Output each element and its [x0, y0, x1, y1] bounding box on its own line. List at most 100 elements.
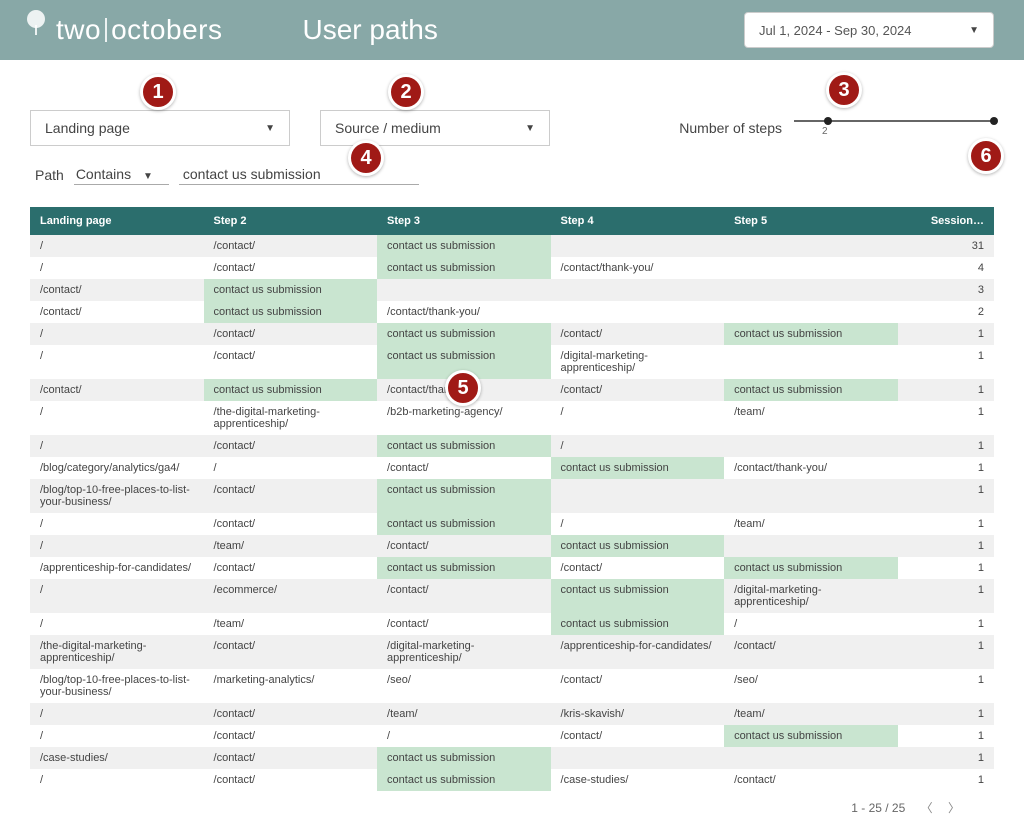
path-cell: /: [30, 725, 204, 747]
sessions-cell: 1: [898, 747, 994, 769]
path-cell: /: [30, 513, 204, 535]
path-cell: /contact/: [204, 513, 378, 535]
path-cell: /contact/: [204, 323, 378, 345]
path-cell: /contact/: [204, 725, 378, 747]
column-header[interactable]: Step 5: [724, 207, 898, 235]
table-row: //team//contact/contact us submission/1: [30, 613, 994, 635]
column-header[interactable]: Step 2: [204, 207, 378, 235]
path-cell: /marketing-analytics/: [204, 669, 378, 703]
path-cell: /team/: [204, 535, 378, 557]
header-bar: two octobers User paths Jul 1, 2024 - Se…: [0, 0, 1024, 60]
pager-text: 1 - 25 / 25: [851, 801, 905, 815]
path-cell: /case-studies/: [30, 747, 204, 769]
path-cell: /contact/: [377, 535, 551, 557]
pager-prev-icon[interactable]: 〈: [921, 799, 933, 816]
path-cell: [551, 301, 725, 323]
column-header[interactable]: Session…: [898, 207, 994, 235]
path-cell: /: [30, 579, 204, 613]
path-cell: contact us submission: [724, 379, 898, 401]
table-row: /apprenticeship-for-candidates//contact/…: [30, 557, 994, 579]
path-cell: contact us submission: [377, 235, 551, 257]
path-cell: /contact/: [204, 747, 378, 769]
table-row: //the-digital-marketing-apprenticeship//…: [30, 401, 994, 435]
sessions-cell: 1: [898, 635, 994, 669]
path-cell: [551, 279, 725, 301]
path-cell: /team/: [204, 613, 378, 635]
logo-word-2: octobers: [111, 14, 222, 46]
annotation-badge-1: 1: [140, 74, 176, 110]
table-row: //contact/contact us submission/contact/…: [30, 323, 994, 345]
path-cell: contact us submission: [377, 257, 551, 279]
sessions-cell: 4: [898, 257, 994, 279]
path-cell: contact us submission: [551, 535, 725, 557]
path-cell: /contact/thank-you/: [724, 457, 898, 479]
path-cell: /the-digital-marketing-apprenticeship/: [204, 401, 378, 435]
path-cell: /blog/category/analytics/ga4/: [30, 457, 204, 479]
path-cell: /digital-marketing-apprenticeship/: [551, 345, 725, 379]
table-row: /blog/top-10-free-places-to-list-your-bu…: [30, 669, 994, 703]
path-cell: /: [30, 257, 204, 279]
table-row: /contact/contact us submission/contact/t…: [30, 301, 994, 323]
path-cell: contact us submission: [724, 557, 898, 579]
path-cell: /: [204, 457, 378, 479]
path-cell: /team/: [724, 513, 898, 535]
slider-label: Number of steps: [679, 120, 782, 136]
filter-operator-select[interactable]: Contains ▼: [74, 164, 169, 185]
logo: two octobers: [20, 14, 222, 46]
sessions-cell: 1: [898, 401, 994, 435]
path-cell: /contact/: [204, 557, 378, 579]
dimension-1-value: Landing page: [45, 120, 130, 136]
path-cell: /contact/thank-you/: [551, 257, 725, 279]
path-cell: /: [30, 235, 204, 257]
sessions-cell: 1: [898, 535, 994, 557]
column-header[interactable]: Landing page: [30, 207, 204, 235]
dimension-2-select[interactable]: Source / medium ▼: [320, 110, 550, 146]
path-cell: [724, 257, 898, 279]
path-cell: /apprenticeship-for-candidates/: [551, 635, 725, 669]
table-row: /blog/top-10-free-places-to-list-your-bu…: [30, 479, 994, 513]
table-row: //team//contact/contact us submission1: [30, 535, 994, 557]
slider-knob-min[interactable]: [824, 117, 832, 125]
sessions-cell: 1: [898, 345, 994, 379]
dimension-2-value: Source / medium: [335, 120, 441, 136]
path-cell: /contact/: [551, 725, 725, 747]
path-cell: /: [30, 345, 204, 379]
sessions-cell: 1: [898, 579, 994, 613]
path-cell: /seo/: [377, 669, 551, 703]
date-range-picker[interactable]: Jul 1, 2024 - Sep 30, 2024 ▼: [744, 12, 994, 48]
slider-tick-min: 2: [822, 126, 828, 137]
sessions-cell: 1: [898, 669, 994, 703]
path-cell: /contact/: [204, 235, 378, 257]
path-cell: /digital-marketing-apprenticeship/: [377, 635, 551, 669]
path-cell: /contact/: [377, 613, 551, 635]
path-cell: [724, 345, 898, 379]
path-cell: [724, 301, 898, 323]
chevron-down-icon: ▼: [525, 123, 535, 134]
paths-table-wrap: Landing pageStep 2Step 3Step 4Step 5Sess…: [30, 207, 994, 824]
path-cell: contact us submission: [551, 613, 725, 635]
sessions-cell: 1: [898, 379, 994, 401]
path-cell: /contact/: [377, 579, 551, 613]
path-cell: /: [377, 725, 551, 747]
table-row: /case-studies//contact/contact us submis…: [30, 747, 994, 769]
path-cell: /contact/: [204, 769, 378, 791]
path-cell: contact us submission: [377, 513, 551, 535]
path-cell: /digital-marketing-apprenticeship/: [724, 579, 898, 613]
column-header[interactable]: Step 3: [377, 207, 551, 235]
path-cell: /: [551, 513, 725, 535]
pager-next-icon[interactable]: 〉: [948, 799, 960, 816]
chevron-down-icon: ▼: [143, 171, 153, 182]
filter-value-input[interactable]: contact us submission: [179, 164, 419, 185]
steps-slider-group: Number of steps 2: [679, 120, 994, 136]
steps-slider[interactable]: 2: [794, 120, 994, 122]
sessions-cell: 3: [898, 279, 994, 301]
slider-knob-max[interactable]: [990, 117, 998, 125]
path-cell: /the-digital-marketing-apprenticeship/: [30, 635, 204, 669]
column-header[interactable]: Step 4: [551, 207, 725, 235]
table-row: //ecommerce//contact/contact us submissi…: [30, 579, 994, 613]
dimension-1-select[interactable]: Landing page ▼: [30, 110, 290, 146]
path-cell: /contact/: [551, 557, 725, 579]
annotation-badge-3: 3: [826, 72, 862, 108]
sessions-cell: 1: [898, 769, 994, 791]
path-cell: [551, 235, 725, 257]
